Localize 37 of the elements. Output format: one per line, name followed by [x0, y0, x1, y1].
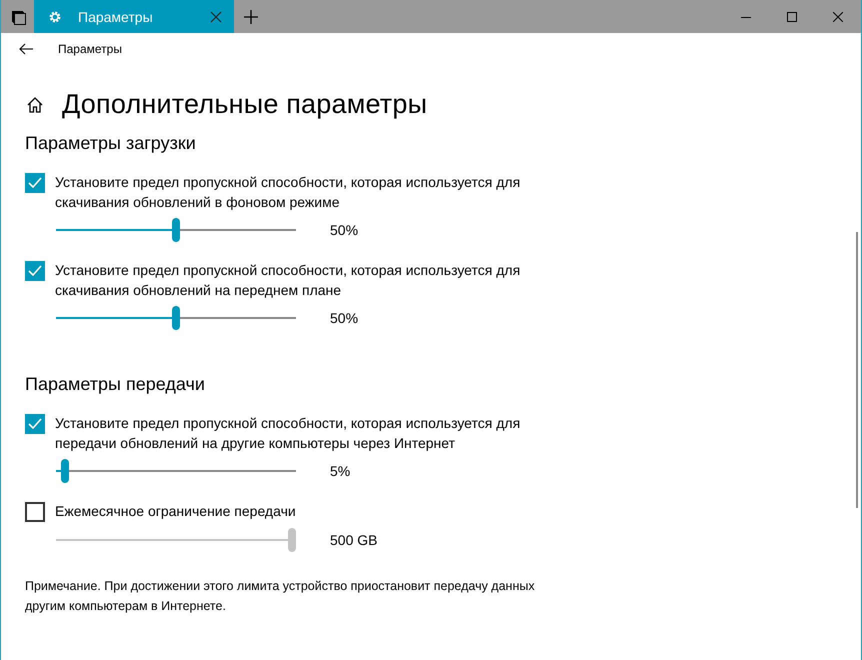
tab-view-icon[interactable]: [10, 8, 26, 24]
new-tab-icon[interactable]: [244, 10, 258, 24]
option-label: Установите предел пропускной способности, которая используется для скачивания обновлений в фоновом режиме: [55, 173, 522, 212]
checkbox[interactable]: [25, 173, 45, 193]
checkbox[interactable]: [25, 261, 45, 281]
close-tab-icon[interactable]: [210, 10, 222, 22]
tab-title: Параметры: [78, 8, 154, 24]
checkbox[interactable]: [25, 502, 45, 522]
checkmark-icon: [28, 177, 42, 189]
browser-tab[interactable]: Параметры: [34, 0, 234, 33]
slider-thumb[interactable]: [60, 459, 69, 483]
slider-thumb[interactable]: [172, 306, 180, 330]
slider[interactable]: [56, 306, 296, 330]
slider-value: 50%: [330, 222, 358, 238]
maximize-icon[interactable]: [787, 12, 797, 22]
slider-value: 500 GB: [330, 532, 378, 548]
section-heading: Параметры загрузки: [25, 133, 197, 154]
section-heading: Параметры передачи: [25, 374, 206, 395]
close-icon[interactable]: [833, 12, 843, 22]
slider-value: 5%: [330, 463, 350, 479]
nav-title: Параметры: [58, 42, 122, 56]
scrollbar[interactable]: [856, 232, 858, 508]
checkmark-icon: [28, 418, 42, 430]
option-label: Установите предел пропускной способности, которая используется для передачи обновлений на другие компьютеры через Интернет: [55, 414, 522, 453]
slider-value: 50%: [330, 310, 358, 326]
slider[interactable]: [56, 218, 296, 242]
note-text: Примечание. При достижении этого лимита устройство приостановит передачу данных другим компьютерам в Интернете.: [25, 578, 536, 615]
checkbox[interactable]: [25, 414, 45, 434]
page-title: Дополнительные параметры: [62, 89, 428, 120]
home-icon[interactable]: [26, 96, 44, 114]
option-label: Установите предел пропускной способности, которая используется для скачивания обновлений на переднем плане: [55, 261, 522, 300]
gear-icon: [48, 10, 62, 24]
slider-thumb[interactable]: [172, 218, 180, 242]
back-arrow-icon[interactable]: [19, 43, 33, 55]
checkmark-icon: [28, 265, 42, 277]
option-label: Ежемесячное ограничение передачи: [55, 502, 297, 521]
slider[interactable]: [56, 459, 296, 483]
